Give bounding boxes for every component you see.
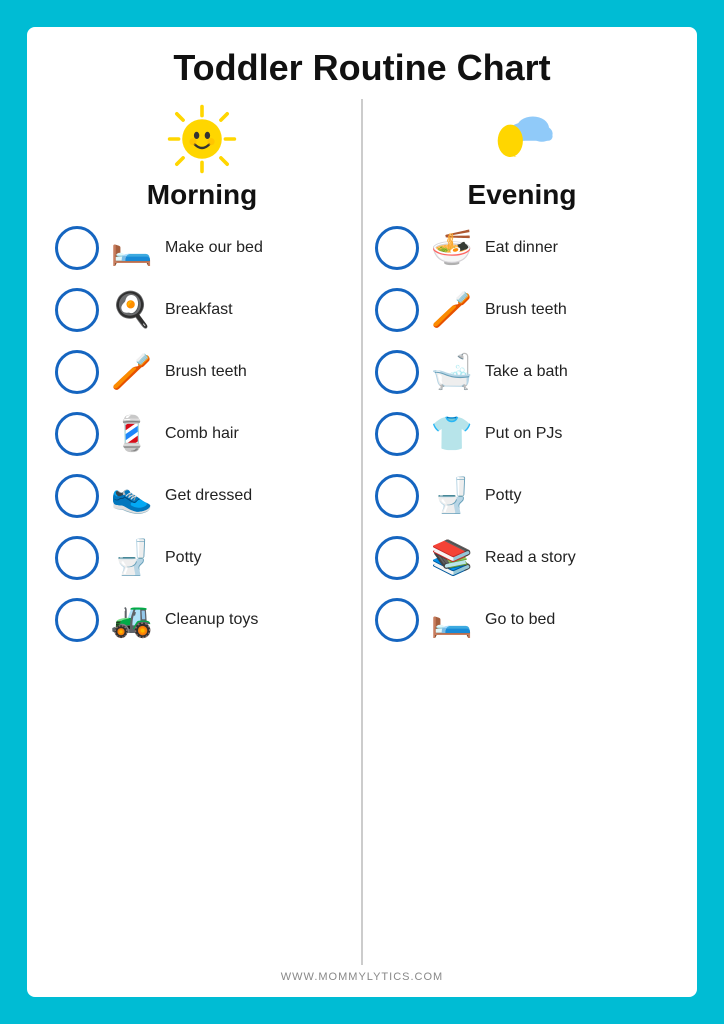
item-label-potty-m: Potty — [165, 549, 201, 567]
routine-item-take-bath: 🛁 Take a bath — [371, 343, 673, 401]
column-divider — [361, 99, 363, 965]
checkbox-read-story[interactable] — [375, 536, 419, 580]
checkbox-put-on-pjs[interactable] — [375, 412, 419, 456]
evening-header: Evening — [468, 99, 577, 211]
sun-icon — [162, 99, 242, 179]
routine-item-cleanup-toys: 🚜 Cleanup toys — [51, 591, 353, 649]
item-label-brush-teeth-m: Brush teeth — [165, 363, 247, 381]
checkbox-go-to-bed[interactable] — [375, 598, 419, 642]
routine-item-potty-e: 🚽 Potty — [371, 467, 673, 525]
item-icon-potty-e: 🚽 — [425, 469, 479, 523]
item-label-get-dressed: Get dressed — [165, 487, 252, 505]
checkbox-potty-e[interactable] — [375, 474, 419, 518]
footer-text: WWW.MOMMYLYTICS.COM — [281, 971, 443, 983]
checkbox-comb-hair[interactable] — [55, 412, 99, 456]
routine-item-make-bed: 🛏️ Make our bed — [51, 219, 353, 277]
morning-header: Morning — [147, 99, 257, 211]
item-icon-take-bath: 🛁 — [425, 345, 479, 399]
evening-column: Evening 🍜 Eat dinner 🪥 Brush teeth 🛁 Take a b… — [371, 99, 673, 965]
page-title: Toddler Routine Chart — [173, 47, 550, 89]
routine-item-comb-hair: 💈 Comb hair — [51, 405, 353, 463]
item-icon-read-story: 📚 — [425, 531, 479, 585]
main-card: Toddler Routine Chart — [27, 27, 697, 997]
routine-item-put-on-pjs: 👕 Put on PJs — [371, 405, 673, 463]
item-label-read-story: Read a story — [485, 549, 576, 567]
routine-item-go-to-bed: 🛏️ Go to bed — [371, 591, 673, 649]
item-label-potty-e: Potty — [485, 487, 521, 505]
item-label-eat-dinner: Eat dinner — [485, 239, 558, 257]
item-label-brush-teeth-e: Brush teeth — [485, 301, 567, 319]
checkbox-eat-dinner[interactable] — [375, 226, 419, 270]
item-icon-get-dressed: 👟 — [105, 469, 159, 523]
moon-icon — [482, 99, 562, 179]
checkbox-make-bed[interactable] — [55, 226, 99, 270]
item-label-comb-hair: Comb hair — [165, 425, 239, 443]
morning-list: 🛏️ Make our bed 🍳 Breakfast 🪥 Brush teeth 💈 Com… — [51, 219, 353, 649]
item-icon-cleanup-toys: 🚜 — [105, 593, 159, 647]
item-icon-comb-hair: 💈 — [105, 407, 159, 461]
item-icon-go-to-bed: 🛏️ — [425, 593, 479, 647]
columns: Morning 🛏️ Make our bed 🍳 Breakfast 🪥 Brush t… — [51, 99, 673, 965]
morning-column: Morning 🛏️ Make our bed 🍳 Breakfast 🪥 Brush t… — [51, 99, 353, 965]
routine-item-potty-m: 🚽 Potty — [51, 529, 353, 587]
item-icon-brush-teeth-m: 🪥 — [105, 345, 159, 399]
item-label-go-to-bed: Go to bed — [485, 611, 555, 629]
item-icon-breakfast: 🍳 — [105, 283, 159, 337]
routine-item-brush-teeth-e: 🪥 Brush teeth — [371, 281, 673, 339]
item-icon-make-bed: 🛏️ — [105, 221, 159, 275]
checkbox-brush-teeth-m[interactable] — [55, 350, 99, 394]
checkbox-get-dressed[interactable] — [55, 474, 99, 518]
morning-label: Morning — [147, 179, 257, 211]
routine-item-breakfast: 🍳 Breakfast — [51, 281, 353, 339]
item-label-make-bed: Make our bed — [165, 239, 263, 257]
item-label-breakfast: Breakfast — [165, 301, 233, 319]
routine-item-get-dressed: 👟 Get dressed — [51, 467, 353, 525]
item-icon-potty-m: 🚽 — [105, 531, 159, 585]
checkbox-potty-m[interactable] — [55, 536, 99, 580]
checkbox-take-bath[interactable] — [375, 350, 419, 394]
item-label-cleanup-toys: Cleanup toys — [165, 611, 258, 629]
routine-item-eat-dinner: 🍜 Eat dinner — [371, 219, 673, 277]
evening-list: 🍜 Eat dinner 🪥 Brush teeth 🛁 Take a bath 👕 Put … — [371, 219, 673, 649]
item-icon-put-on-pjs: 👕 — [425, 407, 479, 461]
checkbox-breakfast[interactable] — [55, 288, 99, 332]
item-icon-brush-teeth-e: 🪥 — [425, 283, 479, 337]
item-icon-eat-dinner: 🍜 — [425, 221, 479, 275]
checkbox-brush-teeth-e[interactable] — [375, 288, 419, 332]
checkbox-cleanup-toys[interactable] — [55, 598, 99, 642]
routine-item-brush-teeth-m: 🪥 Brush teeth — [51, 343, 353, 401]
routine-item-read-story: 📚 Read a story — [371, 529, 673, 587]
evening-label: Evening — [468, 179, 577, 211]
item-label-put-on-pjs: Put on PJs — [485, 425, 562, 443]
item-label-take-bath: Take a bath — [485, 363, 568, 381]
